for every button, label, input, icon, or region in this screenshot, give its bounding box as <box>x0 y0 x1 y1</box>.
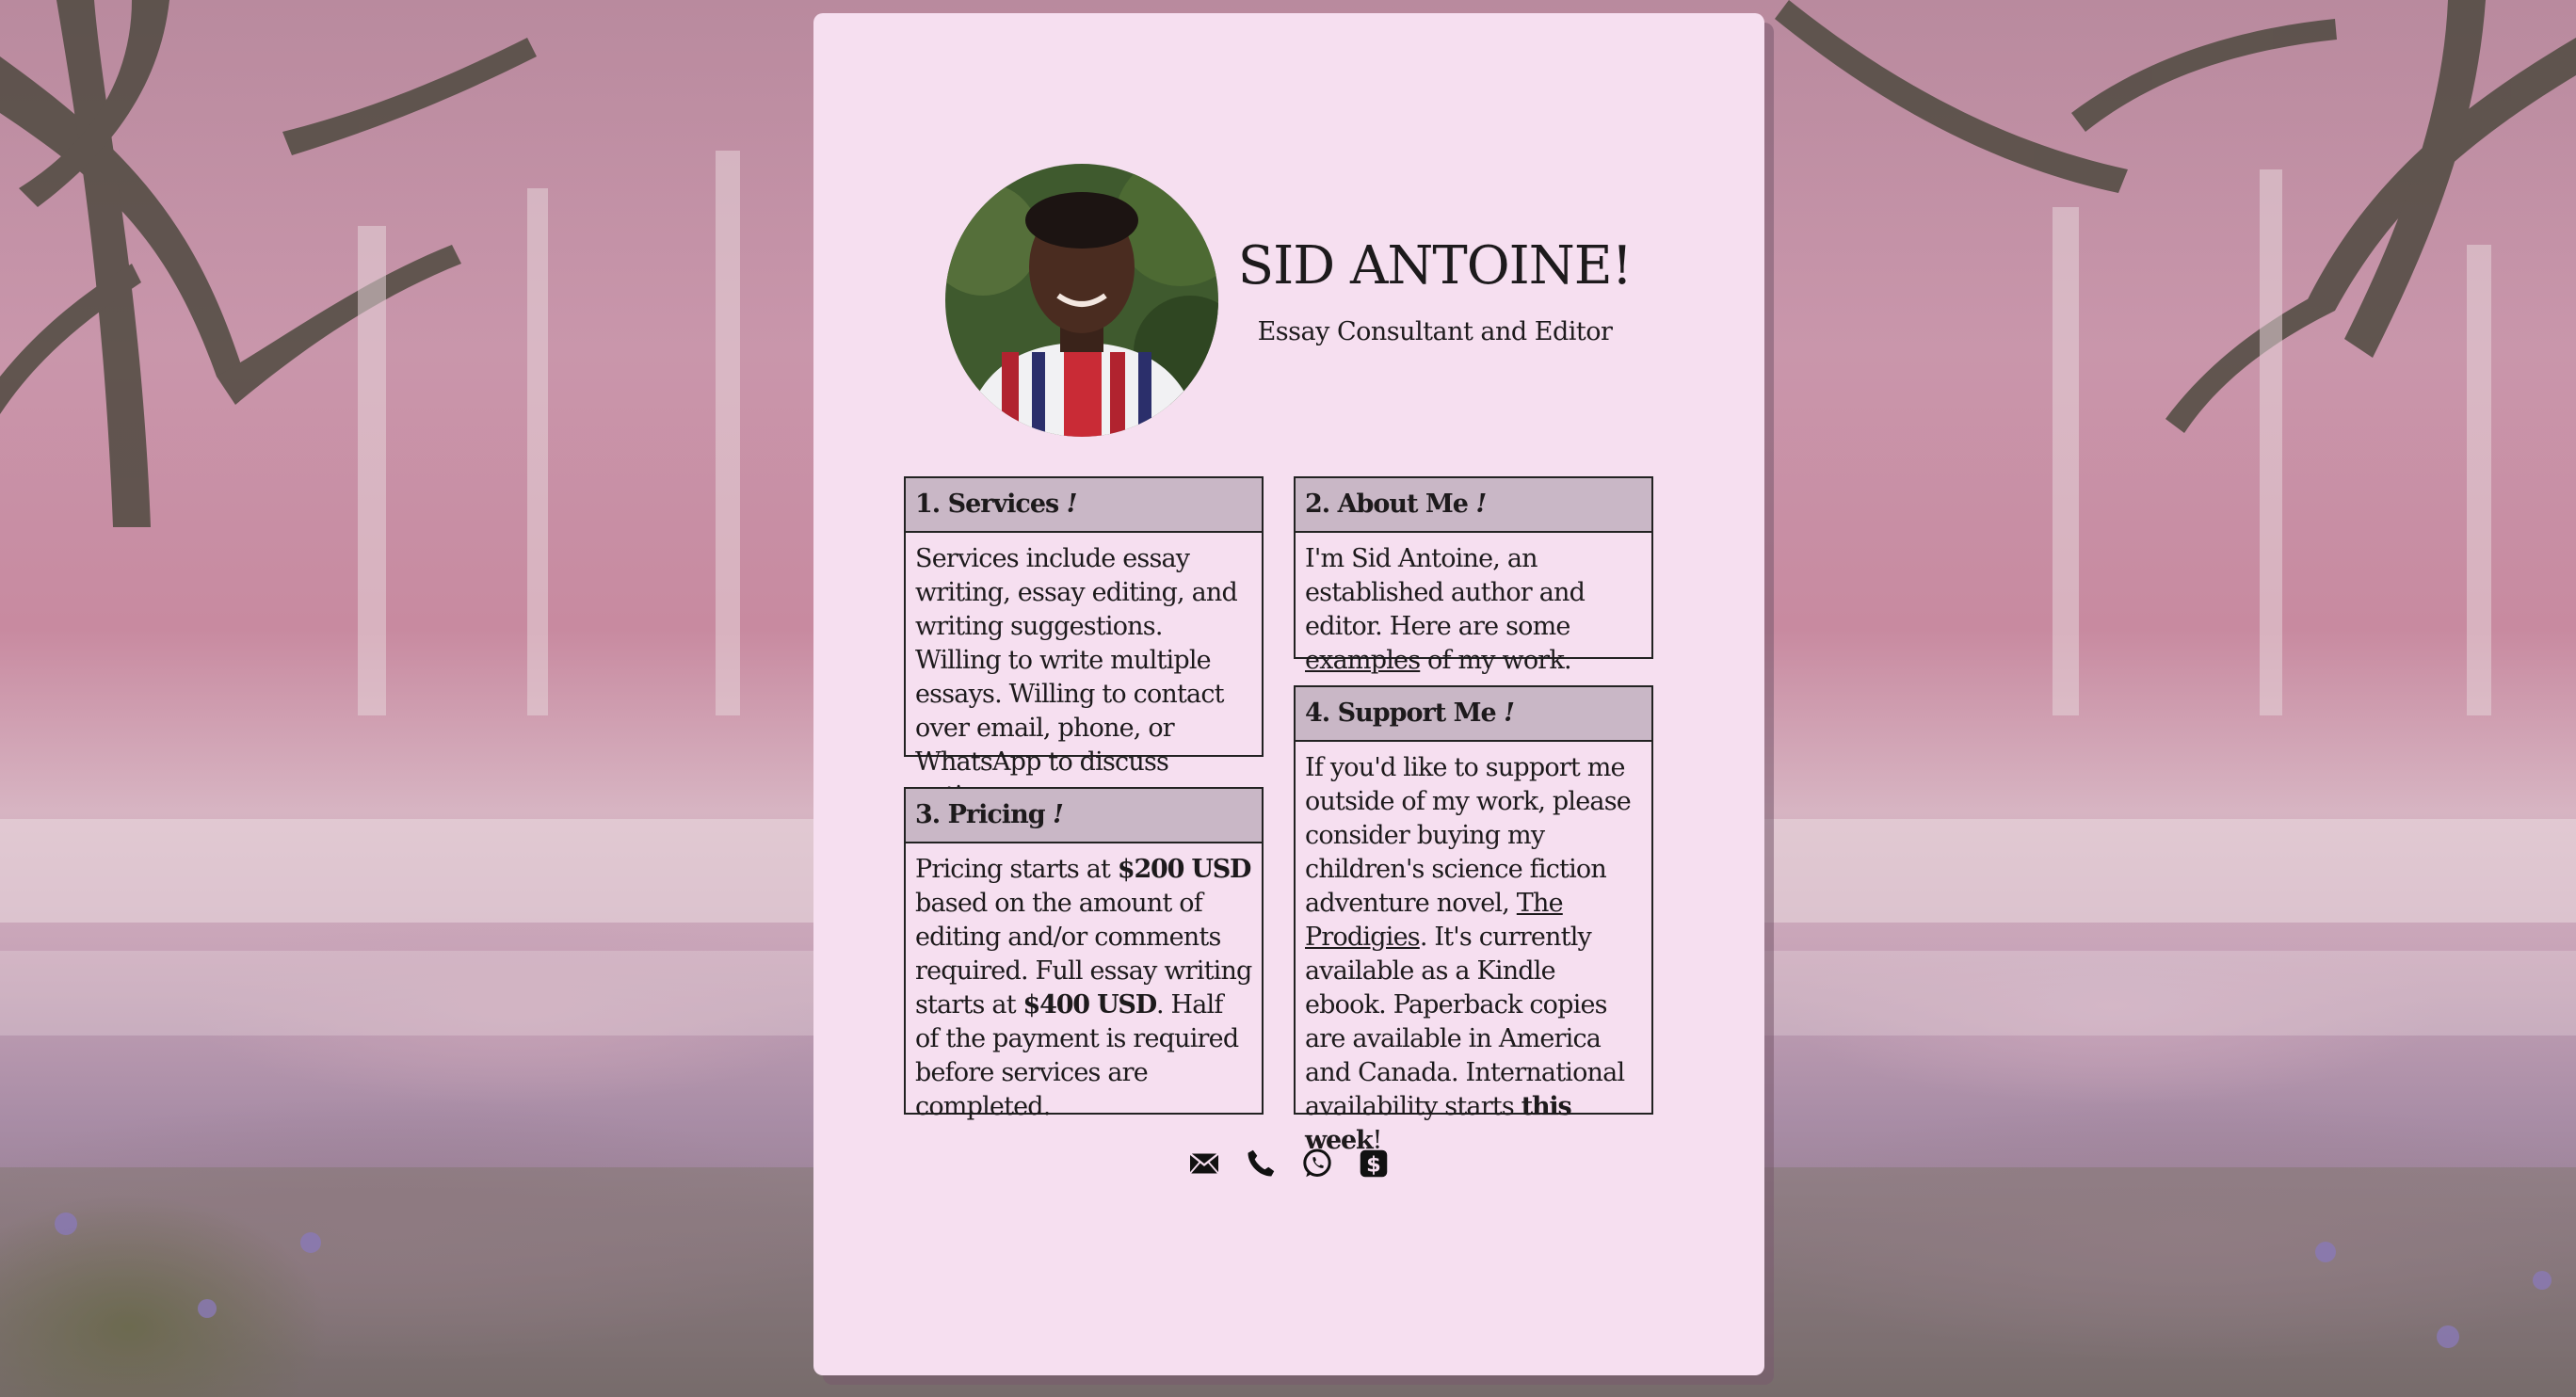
services-heading: 1. Services ! <box>906 478 1262 533</box>
profile-photo <box>945 164 1218 437</box>
support-bang: ! <box>1504 698 1515 728</box>
services-bang: ! <box>1066 490 1078 519</box>
services-section: 1. Services ! Services include essay wri… <box>904 476 1264 811</box>
pricing-bang: ! <box>1052 800 1064 829</box>
services-text: Services include essay writing, essay ed… <box>915 544 1238 811</box>
svg-text:$: $ <box>1366 1152 1381 1177</box>
avatar <box>945 164 1218 437</box>
price-essay-writing: $400 USD <box>1022 990 1158 1020</box>
pricing-title: 3. Pricing <box>915 800 1046 829</box>
dollar-icon[interactable]: $ <box>1357 1147 1391 1180</box>
services-title: 1. Services <box>915 490 1059 519</box>
profile-card: SID ANTOINE! Essay Consultant and Editor… <box>813 13 1764 1375</box>
about-text: I'm Sid Antoine, an established author a… <box>1296 533 1651 685</box>
pricing-section: 3. Pricing ! Pricing starts at $200 USD … <box>904 787 1264 1121</box>
support-text: If you'd like to support me outside of m… <box>1296 742 1651 1165</box>
pricing-heading: 3. Pricing ! <box>906 789 1262 843</box>
about-text-part: I'm Sid Antoine, an established author a… <box>1305 544 1586 641</box>
support-section: 4. Support Me ! If you'd like to support… <box>1294 685 1653 1155</box>
support-title: 4. Support Me <box>1305 698 1497 728</box>
support-text-part: . It's currently available as a Kindle e… <box>1305 923 1625 1121</box>
support-heading: 4. Support Me ! <box>1296 687 1651 742</box>
about-heading: 2. About Me ! <box>1296 478 1651 533</box>
pricing-text-part: Pricing starts at <box>915 855 1118 884</box>
whatsapp-icon[interactable] <box>1300 1147 1334 1180</box>
about-bang: ! <box>1475 490 1487 519</box>
about-section: 2. About Me ! I'm Sid Antoine, an establ… <box>1294 476 1653 675</box>
about-title: 2. About Me <box>1305 490 1469 519</box>
examples-link[interactable]: examples <box>1305 646 1421 675</box>
contact-icons: $ <box>813 1147 1764 1180</box>
price-essay-editing: $200 USD <box>1117 855 1252 884</box>
envelope-icon[interactable] <box>1187 1147 1221 1180</box>
about-text-part: of my work. <box>1420 646 1571 675</box>
page-title: SID ANTOINE! <box>1237 235 1633 297</box>
support-text-part: If you'd like to support me outside of m… <box>1305 753 1632 918</box>
phone-icon[interactable] <box>1244 1147 1278 1180</box>
pricing-text: Pricing starts at $200 USD based on the … <box>906 843 1262 1132</box>
page-subtitle: Essay Consultant and Editor <box>1257 317 1613 346</box>
